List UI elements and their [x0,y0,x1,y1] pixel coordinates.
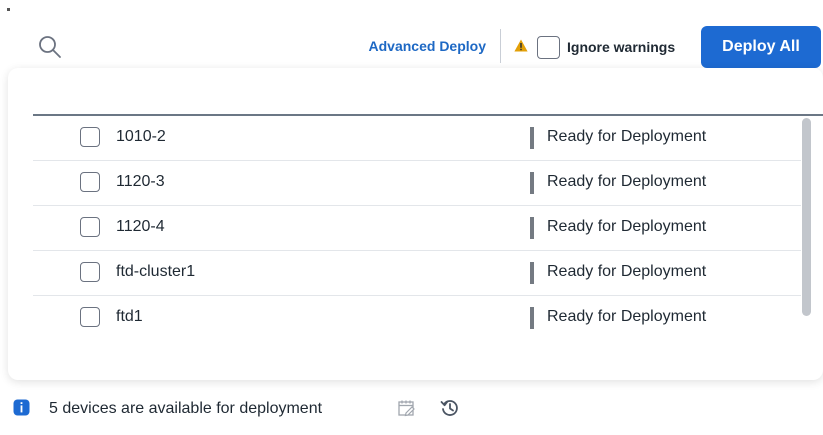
ignore-warnings-checkbox[interactable] [537,36,560,59]
device-name: 1120-3 [116,173,165,190]
device-name: 1120-4 [116,218,165,235]
toolbar: Advanced Deploy Ignore warnings Deploy A… [0,0,823,70]
status-indicator [530,262,534,284]
row-checkbox[interactable] [80,262,100,282]
device-name: ftd-cluster1 [116,263,196,280]
status-indicator [530,217,534,239]
device-name: ftd1 [116,308,143,325]
row-checkbox[interactable] [80,127,100,147]
deploy-all-button[interactable]: Deploy All [701,26,821,68]
row-checkbox[interactable] [80,217,100,237]
table-row[interactable]: 1010-2 Ready for Deployment [33,116,801,161]
device-status: Ready for Deployment [547,308,707,325]
device-table: 1010-2 Ready for Deployment 1120-3 Ready… [33,116,801,341]
ignore-warnings-label: Ignore warnings [567,39,676,55]
row-checkbox[interactable] [80,307,100,327]
info-icon [13,399,30,421]
status-indicator [530,127,534,149]
status-indicator [530,172,534,194]
table-row[interactable]: ftd-cluster1 Ready for Deployment [33,251,801,296]
warning-icon [514,39,528,57]
notes-icon[interactable] [397,398,417,423]
deployment-count-message: 5 devices are available for deployment [49,400,323,417]
status-indicator [530,307,534,329]
table-row[interactable]: ftd1 Ready for Deployment [33,296,801,341]
search-icon[interactable] [37,34,63,65]
table-row[interactable]: 1120-3 Ready for Deployment [33,161,801,206]
device-list-panel: 1010-2 Ready for Deployment 1120-3 Ready… [8,68,823,380]
toolbar-divider [500,29,501,63]
device-status: Ready for Deployment [547,218,707,235]
device-status: Ready for Deployment [547,263,707,280]
history-icon[interactable] [440,398,460,423]
advanced-deploy-link[interactable]: Advanced Deploy [369,38,486,54]
device-status: Ready for Deployment [547,173,707,190]
device-name: 1010-2 [116,128,166,145]
scrollbar[interactable] [802,118,811,380]
row-checkbox[interactable] [80,172,100,192]
device-status: Ready for Deployment [547,128,707,145]
table-row[interactable]: 1120-4 Ready for Deployment [33,206,801,251]
scrollbar-thumb[interactable] [802,118,811,316]
